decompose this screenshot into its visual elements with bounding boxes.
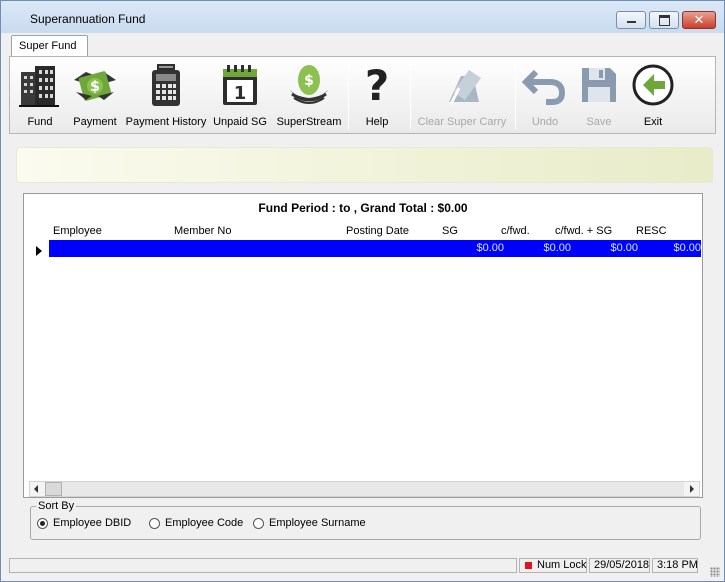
unpaid-sg-button-label: Unpaid SG — [213, 116, 267, 128]
calendar-icon: 1 — [223, 65, 257, 105]
money-handshake-icon: $ — [74, 71, 116, 101]
save-button-label: Save — [586, 116, 612, 128]
resize-grip-icon[interactable] — [710, 567, 720, 577]
sort-option-employee-dbid[interactable]: Employee DBID — [37, 517, 131, 531]
payment-button[interactable]: $ Payment — [70, 60, 120, 132]
nest-egg-icon: $ — [290, 65, 328, 104]
close-icon: ✕ — [693, 12, 705, 27]
status-message — [9, 558, 517, 573]
column-header-employee[interactable]: Employee — [53, 225, 102, 237]
cell-sg[interactable]: $0.00 — [476, 242, 504, 254]
toolbar-separator — [410, 63, 411, 129]
svg-text:$: $ — [304, 73, 314, 89]
horizontal-scrollbar[interactable] — [29, 481, 700, 497]
title-bar[interactable]: Superannuation Fund ✕ — [1, 1, 724, 33]
help-button[interactable]: ? Help — [355, 60, 399, 132]
sort-by-legend: Sort By — [36, 500, 77, 512]
toolbar-separator — [348, 63, 349, 129]
window-title: Superannuation Fund — [30, 12, 146, 26]
current-row-indicator — [36, 246, 42, 256]
minimize-button[interactable] — [616, 11, 646, 29]
clear-super-carry-button[interactable]: Clear Super Carry — [414, 60, 510, 132]
sort-option-label: Employee DBID — [53, 517, 132, 530]
eraser-icon — [449, 70, 481, 105]
undo-button-label: Undo — [531, 116, 559, 128]
fund-period-summary: Fund Period : to , Grand Total : $0.00 — [258, 201, 468, 215]
column-header-sg[interactable]: SG — [442, 225, 458, 237]
svg-text:1: 1 — [234, 83, 247, 104]
application-window: Superannuation Fund ✕ Super Fund Fund $ … — [0, 0, 725, 582]
column-header-posting-date[interactable]: Posting Date — [346, 225, 409, 237]
status-date: 29/05/2018 — [589, 558, 650, 573]
grid-header-row: Employee Member No Posting Date SG c/fwd… — [29, 223, 697, 241]
calculator-icon — [152, 64, 180, 106]
column-header-member-no[interactable]: Member No — [174, 225, 231, 237]
help-question-icon: ? — [365, 62, 389, 108]
building-icon — [19, 66, 59, 107]
help-button-label: Help — [365, 116, 389, 128]
superstream-button-label: SuperStream — [276, 116, 342, 128]
sort-option-employee-surname[interactable]: Employee Surname — [253, 517, 366, 531]
sort-option-label: Employee Code — [165, 517, 244, 530]
column-header-cfwd-sg[interactable]: c/fwd. + SG — [555, 225, 612, 237]
scrollbar-thumb[interactable] — [45, 482, 62, 496]
radio-selected-icon[interactable] — [37, 517, 48, 529]
radio-unselected-icon[interactable] — [253, 517, 264, 529]
sort-option-employee-code[interactable]: Employee Code — [149, 517, 243, 531]
fund-grid-panel: Fund Period : to , Grand Total : $0.00 E… — [23, 193, 703, 498]
exit-button-label: Exit — [643, 116, 663, 128]
clear-super-carry-button-label: Clear Super Carry — [417, 116, 507, 128]
radio-unselected-icon[interactable] — [149, 517, 160, 529]
cell-resc[interactable]: $0.00 — [673, 242, 701, 254]
sort-by-group: Sort By Employee DBID Employee Code Empl… — [30, 500, 701, 540]
unpaid-sg-button[interactable]: 1 Unpaid SG — [210, 60, 270, 132]
toolbar-separator — [515, 63, 516, 129]
undo-button[interactable]: Undo — [520, 60, 570, 132]
save-button[interactable]: Save — [574, 60, 624, 132]
header-banner — [16, 147, 713, 183]
svg-text:$: $ — [90, 79, 100, 95]
scroll-right-icon[interactable] — [684, 482, 699, 496]
status-bar: Num Lock 29/05/2018 3:18 PM — [1, 556, 724, 581]
table-row[interactable]: $0.00 $0.00 $0.00 $0.00 — [49, 240, 701, 257]
fund-button-label: Fund — [27, 116, 53, 128]
payment-history-button-label: Payment History — [125, 116, 207, 128]
exit-arrow-icon — [632, 64, 674, 106]
sort-option-label: Employee Surname — [269, 517, 366, 530]
fund-button[interactable]: Fund — [14, 60, 66, 132]
cell-cfwd-sg[interactable]: $0.00 — [610, 242, 638, 254]
payment-button-label: Payment — [73, 116, 117, 128]
maximize-button[interactable] — [649, 11, 679, 29]
scroll-left-icon[interactable] — [30, 482, 45, 496]
exit-button[interactable]: Exit — [628, 60, 678, 132]
svg-text:?: ? — [365, 62, 389, 108]
column-header-cfwd[interactable]: c/fwd. — [501, 225, 530, 237]
num-lock-indicator: Num Lock — [519, 558, 587, 573]
status-time: 3:18 PM — [652, 558, 698, 573]
payment-history-button[interactable]: Payment History — [124, 60, 208, 132]
superstream-button[interactable]: $ SuperStream — [274, 60, 344, 132]
cell-cfwd[interactable]: $0.00 — [543, 242, 571, 254]
column-header-resc[interactable]: RESC — [636, 225, 667, 237]
floppy-disk-icon — [582, 68, 616, 102]
close-button[interactable]: ✕ — [682, 11, 716, 29]
tab-super-fund[interactable]: Super Fund — [11, 35, 88, 57]
undo-arrow-icon — [522, 69, 566, 105]
ribbon-toolbar: Fund $ Payment Payment History 1 Unpaid … — [9, 56, 716, 134]
